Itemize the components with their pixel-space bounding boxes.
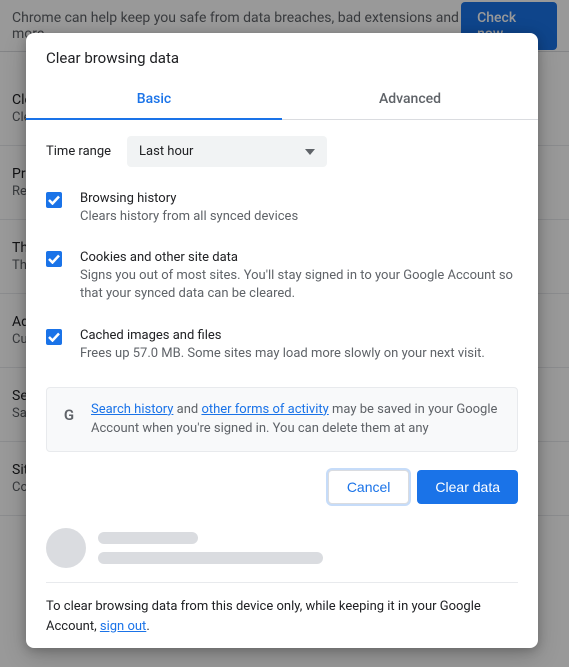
option-sub: Signs you out of most sites. You'll stay… [80, 267, 518, 303]
time-range-value: Last hour [139, 144, 193, 159]
search-history-link[interactable]: Search history [91, 402, 173, 417]
avatar [46, 528, 86, 568]
cancel-button[interactable]: Cancel [328, 470, 410, 504]
google-account-info: G Search history and other forms of acti… [46, 387, 518, 452]
tab-basic[interactable]: Basic [26, 79, 282, 119]
tab-advanced[interactable]: Advanced [282, 79, 538, 119]
other-activity-link[interactable]: other forms of activity [201, 402, 328, 417]
option-title: Cookies and other site data [80, 250, 518, 265]
signout-text: To clear browsing data from this device … [46, 597, 518, 636]
option-sub: Clears history from all synced devices [80, 208, 518, 226]
checkbox-browsing-history[interactable] [46, 192, 62, 208]
account-row [46, 528, 518, 568]
option-sub: Frees up 57.0 MB. Some sites may load mo… [80, 345, 518, 363]
time-range-label: Time range [46, 144, 111, 159]
option-title: Browsing history [80, 191, 518, 206]
option-browsing-history: Browsing history Clears history from all… [46, 191, 518, 226]
account-email-placeholder [98, 552, 323, 564]
clear-browsing-data-dialog: Clear browsing data Basic Advanced Time … [26, 33, 538, 648]
google-icon: G [61, 406, 77, 422]
option-title: Cached images and files [80, 328, 518, 343]
chevron-down-icon [305, 144, 315, 159]
option-cached: Cached images and files Frees up 57.0 MB… [46, 328, 518, 363]
clear-data-button[interactable]: Clear data [417, 470, 518, 504]
dialog-body: Time range Last hour Browsing history Cl… [26, 120, 538, 454]
account-name-placeholder [98, 532, 198, 544]
account-section: To clear browsing data from this device … [26, 520, 538, 648]
dialog-actions: Cancel Clear data [26, 454, 538, 520]
checkbox-cached[interactable] [46, 329, 62, 345]
info-text: Search history and other forms of activi… [91, 400, 503, 439]
time-range-select[interactable]: Last hour [127, 136, 327, 167]
dialog-tabs: Basic Advanced [26, 79, 538, 120]
divider [46, 582, 518, 583]
dialog-title: Clear browsing data [26, 33, 538, 79]
checkbox-cookies[interactable] [46, 251, 62, 267]
sign-out-link[interactable]: sign out [100, 619, 146, 634]
time-range-row: Time range Last hour [46, 136, 518, 167]
option-cookies: Cookies and other site data Signs you ou… [46, 250, 518, 303]
